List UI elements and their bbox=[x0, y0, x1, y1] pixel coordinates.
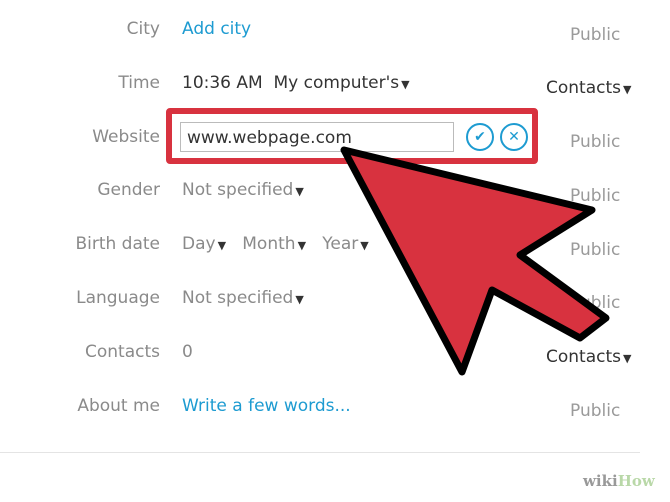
red-arrow bbox=[340, 146, 610, 376]
watermark-wiki: wiki bbox=[583, 472, 618, 490]
wikihow-watermark: wikiHow bbox=[583, 472, 655, 490]
divider bbox=[0, 452, 640, 453]
red-arrow-shape bbox=[340, 146, 610, 376]
watermark-how: How bbox=[617, 472, 655, 490]
